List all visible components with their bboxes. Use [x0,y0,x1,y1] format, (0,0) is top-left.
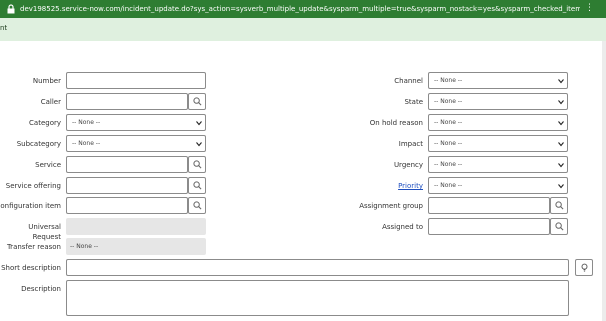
assigned-to-label: Assigned to [382,223,423,231]
universal-request-label: Universal Request [28,223,61,241]
chevron-down-icon [558,184,564,189]
assignment-group-field[interactable] [428,197,550,214]
urgency-label: Urgency [393,161,423,169]
impact-select[interactable]: -- None -- [428,135,568,152]
transfer-reason-field: -- None -- [66,238,206,255]
channel-label: Channel [394,77,423,85]
caller-lookup-button[interactable] [188,93,206,110]
channel-value: -- None -- [434,77,463,84]
state-select[interactable]: -- None -- [428,93,568,110]
lock-icon [7,4,15,14]
transfer-reason-label: Transfer reason [6,243,61,251]
chevron-down-icon [196,121,202,126]
state-value: -- None -- [434,98,463,105]
service-field[interactable] [66,156,188,173]
assignment-group-lookup-button[interactable] [550,197,568,214]
category-label: Category [29,119,61,127]
service-offering-field[interactable] [66,177,188,194]
priority-label: Priority [300,181,423,191]
transfer-reason-value: -- None -- [70,243,99,250]
search-icon [193,201,202,210]
priority-select[interactable]: -- None -- [428,177,568,194]
state-label: State [404,98,423,106]
configuration-item-label: Configuration item [0,202,61,210]
form-header: nt [0,18,606,41]
assigned-to-field[interactable] [428,218,550,235]
suggestion-button[interactable] [575,259,593,276]
service-offering-label: Service offering [5,182,61,190]
subcategory-label: Subcategory [16,140,61,148]
chevron-down-icon [558,163,564,168]
chevron-down-icon [558,79,564,84]
short-description-label: Short description [1,264,61,272]
universal-request-field [66,218,206,235]
number-field[interactable] [66,72,206,89]
urgency-value: -- None -- [434,161,463,168]
chevron-down-icon [558,121,564,126]
configuration-item-field[interactable] [66,197,188,214]
chevron-down-icon [196,142,202,147]
browser-url-bar[interactable]: dev198525.service-now.com/incident_updat… [0,0,606,18]
assigned-to-lookup-button[interactable] [550,218,568,235]
number-label: Number [32,77,61,85]
configuration-item-lookup-button[interactable] [188,197,206,214]
search-icon [555,201,564,210]
service-lookup-button[interactable] [188,156,206,173]
impact-value: -- None -- [434,140,463,147]
on-hold-reason-label: On hold reason [369,119,423,127]
urgency-select[interactable]: -- None -- [428,156,568,173]
priority-value: -- None -- [434,182,463,189]
category-select[interactable]: -- None -- [66,114,206,131]
lightbulb-icon [581,263,588,272]
on-hold-reason-select[interactable]: -- None -- [428,114,568,131]
on-hold-reason-value: -- None -- [434,119,463,126]
subcategory-select[interactable]: -- None -- [66,135,206,152]
channel-select[interactable]: -- None -- [428,72,568,89]
form-title: nt [0,24,8,32]
chevron-down-icon [558,142,564,147]
scrollbar[interactable] [602,41,606,321]
category-value: -- None -- [72,119,101,126]
search-icon [193,160,202,169]
short-description-field[interactable] [66,259,569,276]
search-icon [193,181,202,190]
search-icon [193,97,202,106]
caller-field[interactable] [66,93,188,110]
service-label: Service [35,161,61,169]
subcategory-value: -- None -- [72,140,101,147]
search-icon [555,222,564,231]
description-label: Description [21,285,61,293]
description-textarea[interactable] [66,280,569,316]
chevron-down-icon [558,100,564,105]
caller-label: Caller [40,98,61,106]
assignment-group-label: Assignment group [359,202,423,210]
impact-label: Impact [398,140,423,148]
browser-menu-icon[interactable]: ⋮ [585,3,594,13]
service-offering-lookup-button[interactable] [188,177,206,194]
url-text[interactable]: dev198525.service-now.com/incident_updat… [20,4,580,14]
priority-link[interactable]: Priority [398,182,423,190]
